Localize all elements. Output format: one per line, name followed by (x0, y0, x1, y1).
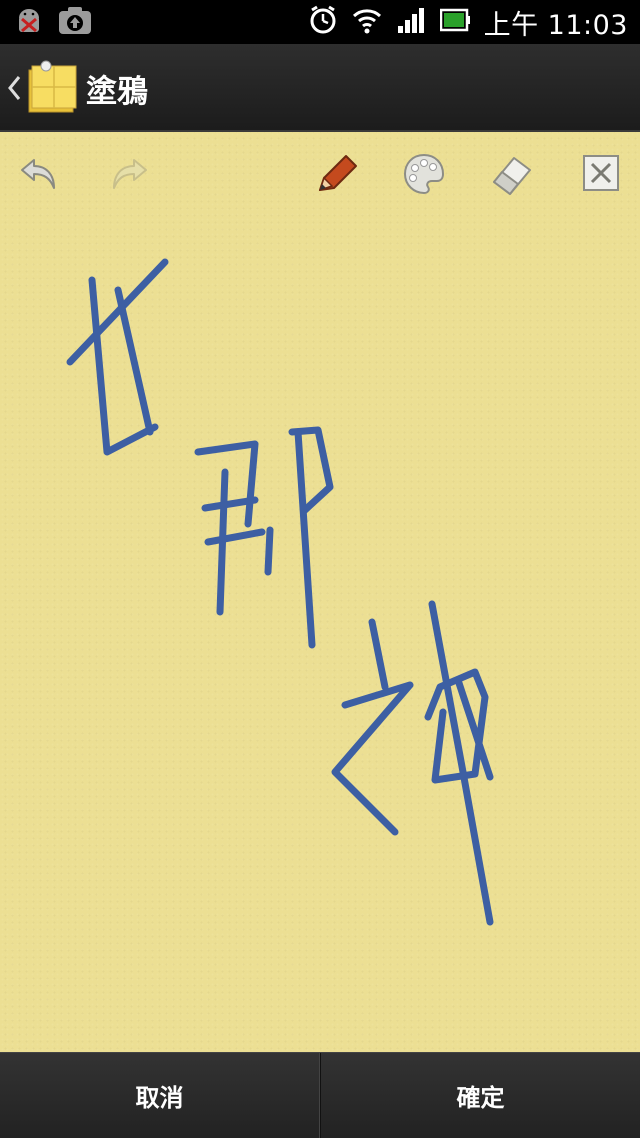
back-chevron-icon[interactable] (6, 74, 22, 106)
status-bar: 上午 11:03 (0, 0, 640, 44)
android-debug-icon (14, 6, 44, 40)
handwriting-strokes (66, 258, 494, 926)
drawing-canvas[interactable] (0, 132, 640, 1052)
bottom-bar: 取消 確定 (0, 1052, 640, 1138)
confirm-button[interactable]: 確定 (321, 1053, 640, 1138)
clock: 上午 11:03 (483, 9, 628, 41)
camera-upload-icon (58, 6, 92, 40)
cancel-button[interactable]: 取消 (0, 1053, 319, 1138)
sticky-note-app-icon[interactable] (26, 60, 78, 120)
screen-title: 塗鴉 (86, 74, 148, 110)
action-bar: 塗鴉 (0, 44, 640, 132)
wifi-icon (352, 6, 382, 38)
battery-icon (439, 8, 470, 36)
signal-icon (396, 6, 426, 38)
alarm-icon (308, 5, 338, 39)
